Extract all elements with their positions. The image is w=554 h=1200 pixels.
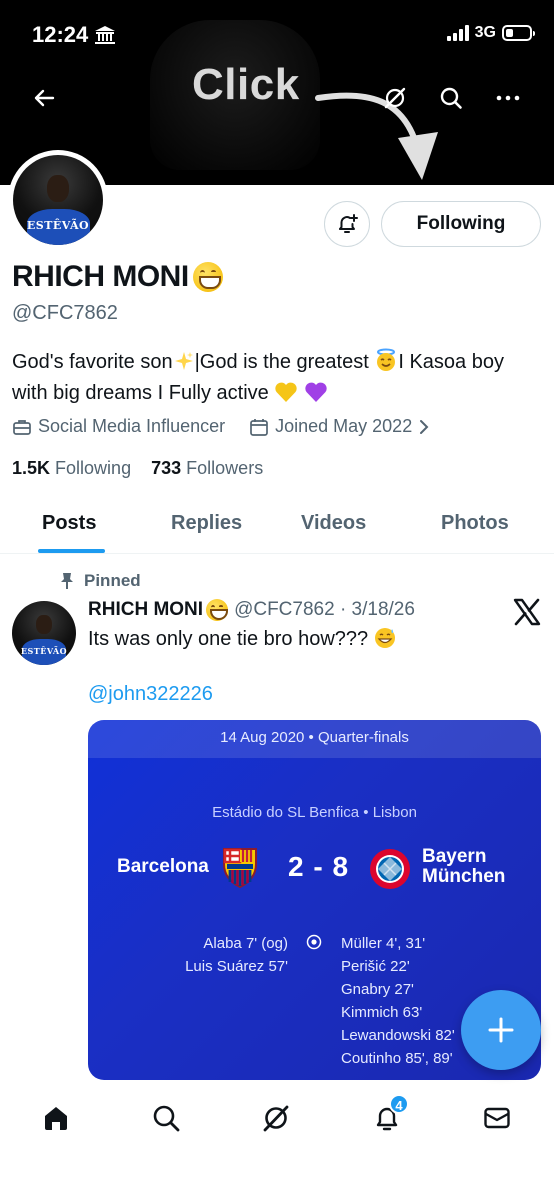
away-scorer: Kimmich 63' (341, 1004, 423, 1021)
nav-grok[interactable] (258, 1100, 294, 1136)
yellow-heart-icon (275, 382, 297, 402)
bio-text-1: God's favorite son (12, 351, 173, 373)
away-scorers: Müller 4', 31' Perišić 22' Gnabry 27' Ki… (341, 932, 455, 1070)
messages-icon (484, 1107, 510, 1129)
post-avatar[interactable]: ESTÊVÃO (12, 601, 76, 665)
profile-tabs: Posts Replies Videos Photos (0, 502, 554, 554)
match-venue: Estádio do SL Benfica • Lisbon (212, 804, 417, 821)
search-icon (153, 1105, 180, 1132)
briefcase-icon (13, 419, 31, 435)
pin-icon (61, 573, 73, 589)
nav-messages[interactable] (479, 1100, 515, 1136)
x-logo-icon[interactable] (512, 597, 542, 627)
battery-icon (502, 25, 535, 41)
signal-icon (446, 25, 469, 41)
football-icon (306, 934, 322, 950)
tab-replies[interactable]: Replies (171, 512, 242, 535)
away-team: Bayern München (422, 847, 505, 887)
notification-badge: 4 (389, 1094, 409, 1114)
pinned-label: Pinned (60, 571, 141, 591)
network-type: 3G (474, 24, 496, 41)
profile-category: Social Media Influencer (38, 416, 226, 436)
post-mention-link[interactable]: @john322226 (88, 683, 213, 706)
bio-text-2: |God is the greatest (194, 351, 375, 373)
more-icon (496, 95, 520, 101)
bayern-crest-icon (370, 849, 410, 889)
followers-count: 733 (151, 458, 182, 478)
display-name: RHICH MONI (12, 260, 223, 294)
following-count: 1.5K (12, 458, 51, 478)
calendar-icon (250, 418, 268, 436)
nav-notifications[interactable]: 4 (369, 1094, 409, 1136)
sparkles-icon (174, 352, 193, 370)
post-meta: @CFC7862 · 3/18/26 (234, 599, 415, 620)
grok-button[interactable] (379, 82, 411, 114)
pinned-text: Pinned (84, 571, 141, 590)
search-icon (440, 87, 462, 109)
chevron-right-icon (420, 419, 429, 434)
following-button[interactable]: Following (381, 201, 541, 247)
home-scorer: Luis Suárez 57' (185, 958, 288, 975)
battery-level (506, 29, 513, 37)
post-text: Its was only one tie bro how??? (88, 627, 396, 651)
away-scorer: Müller 4', 31' (341, 935, 426, 952)
active-tab-indicator (38, 549, 105, 553)
home-team: Barcelona (117, 856, 209, 877)
sweat-smile-icon (374, 628, 395, 648)
click-annotation: Click (192, 60, 300, 109)
post-header: RHICH MONI @CFC7862 · 3/18/26 (88, 599, 415, 621)
back-button[interactable] (28, 82, 60, 114)
match-score: 2 - 8 (288, 851, 350, 882)
away-scorer: Perišić 22' (341, 958, 410, 975)
following-count-label: Following (55, 458, 132, 478)
home-scorer: Alaba 7' (og) (203, 935, 288, 952)
joined-date[interactable]: Joined May 2022 (275, 416, 412, 437)
notify-button[interactable] (324, 201, 370, 247)
tab-videos[interactable]: Videos (301, 512, 366, 535)
plus-icon (488, 1017, 514, 1043)
away-team-line-2: München (422, 866, 506, 887)
following-link[interactable]: 1.5K Following (12, 458, 131, 478)
display-name-text: RHICH MONI (12, 260, 189, 293)
compose-post-button[interactable] (461, 990, 541, 1070)
nav-home[interactable] (38, 1100, 74, 1136)
tab-posts[interactable]: Posts (42, 512, 96, 535)
avatar-jersey-text: ESTÊVÃO (26, 219, 90, 233)
away-scorer: Lewandowski 82' (341, 1027, 455, 1044)
follow-counts: 1.5K Following 733 Followers (12, 458, 263, 479)
search-button[interactable] (435, 82, 467, 114)
post-text-content: Its was only one tie bro how??? (88, 628, 369, 650)
purple-heart-icon (305, 382, 327, 402)
grin-emoji-icon (192, 262, 223, 292)
profile-bio: God's favorite son |God is the greatest I… (12, 347, 542, 409)
away-team-line-1: Bayern (422, 846, 487, 867)
grin-emoji-icon (206, 599, 229, 621)
post-author[interactable]: RHICH MONI (88, 599, 229, 621)
barcelona-crest-icon (223, 848, 257, 888)
profile-avatar[interactable]: ESTÊVÃO (8, 150, 108, 250)
bottom-navigation: 4 (0, 1088, 554, 1148)
away-scorer: Coutinho 85', 89' (341, 1050, 453, 1067)
tab-photos[interactable]: Photos (441, 512, 509, 535)
home-scorers: Alaba 7' (og) Luis Suárez 57' (185, 932, 288, 978)
nav-search[interactable] (148, 1100, 184, 1136)
status-time: 12:24 (32, 22, 89, 47)
bank-icon (95, 26, 115, 44)
profile-meta: Social Media Influencer Joined May 2022 (12, 416, 430, 437)
post-avatar-jersey-text: ESTÊVÃO (20, 646, 68, 657)
grok-icon (263, 1105, 289, 1132)
halo-smile-icon (377, 348, 396, 371)
more-button[interactable] (492, 82, 524, 114)
back-arrow-icon (34, 89, 55, 107)
followers-count-label: Followers (186, 458, 264, 478)
bell-plus-icon (339, 214, 358, 233)
match-date: 14 Aug 2020 • Quarter-finals (88, 720, 541, 758)
status-indicators: 3G (446, 24, 535, 42)
post-author-text: RHICH MONI (88, 599, 204, 620)
home-icon (45, 1107, 67, 1130)
away-scorer: Gnabry 27' (341, 981, 414, 998)
profile-handle: @CFC7862 (12, 302, 118, 324)
grok-icon (384, 87, 406, 109)
followers-link[interactable]: 733 Followers (151, 458, 263, 478)
